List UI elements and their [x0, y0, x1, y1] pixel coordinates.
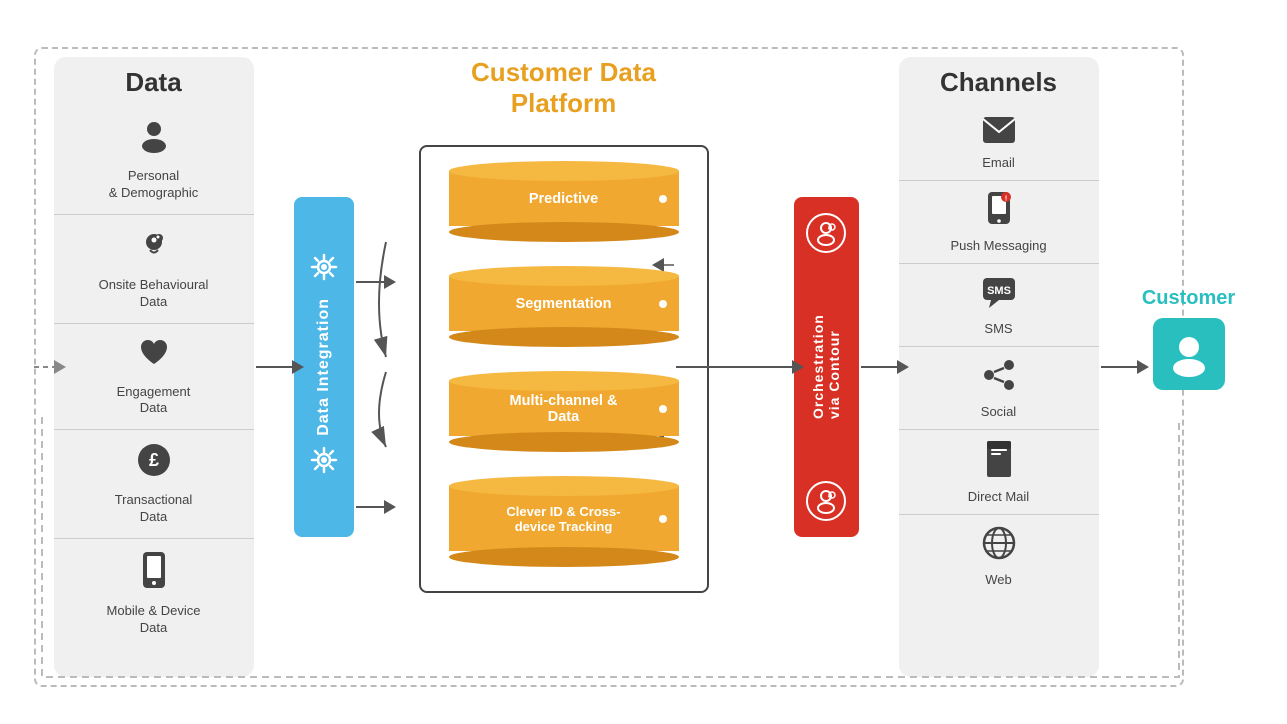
orchestration-label: Orchestrationvia Contour	[810, 253, 842, 481]
direct-mail-label: Direct Mail	[968, 489, 1029, 504]
person-icon	[136, 118, 172, 162]
channel-social: Social	[899, 347, 1099, 430]
mobile-icon	[140, 551, 168, 597]
cylinder-segmentation: Segmentation	[449, 266, 679, 357]
customer-title: Customer	[1142, 287, 1235, 310]
cyl-mc-bottom	[449, 432, 679, 452]
channel-sms: SMS SMS	[899, 264, 1099, 347]
svg-text:!: !	[1004, 196, 1006, 203]
data-item-personal: Personal& Demographic	[54, 106, 254, 215]
channel-items-list: Email ! Push Messaging	[899, 106, 1099, 597]
data-integration-label: Data Integration	[315, 298, 333, 436]
gear-top-icon	[308, 251, 340, 290]
cyl-ci-bottom	[449, 547, 679, 567]
channel-direct-mail: Direct Mail	[899, 430, 1099, 515]
cdp-section: Customer DataPlatform Predictive Segment…	[384, 57, 744, 677]
direct-mail-icon	[984, 440, 1014, 485]
pound-icon: £	[136, 442, 172, 486]
cdp-title: Customer DataPlatform	[471, 57, 656, 119]
orchestration-box: Orchestrationvia Contour	[794, 197, 859, 537]
channel-web: Web	[899, 515, 1099, 597]
data-items-list: Personal& Demographic Onsite Behavioural…	[54, 106, 254, 649]
customer-box: Customer	[1139, 287, 1239, 390]
push-label: Push Messaging	[950, 238, 1046, 253]
diagram-container: Data Personal& Demographic	[24, 17, 1264, 707]
cyl-ci-label: Clever ID & Cross-device Tracking	[449, 486, 679, 551]
web-label: Web	[985, 572, 1012, 587]
sms-label: SMS	[984, 321, 1012, 336]
data-section: Data Personal& Demographic	[54, 57, 254, 677]
brain-icon	[136, 227, 172, 271]
email-icon	[982, 116, 1016, 151]
channels-section: Channels Email	[899, 57, 1099, 677]
onsite-label: Onsite BehaviouralData	[99, 277, 209, 311]
cylinder-multichannel: Multi-channel &Data	[449, 371, 679, 462]
social-label: Social	[981, 404, 1016, 419]
cylinder-cleverid: Clever ID & Cross-device Tracking	[449, 476, 679, 577]
data-item-mobile: Mobile & DeviceData	[54, 539, 254, 649]
sms-icon: SMS	[981, 274, 1017, 317]
cylinder-predictive: Predictive	[449, 161, 679, 252]
svg-text:£: £	[148, 450, 158, 470]
customer-avatar	[1153, 318, 1225, 390]
cdp-box: Predictive Segmentation Multi-channel &D…	[419, 145, 709, 593]
channel-push-messaging: ! Push Messaging	[899, 181, 1099, 264]
channels-title: Channels	[940, 67, 1057, 98]
mobile-label: Mobile & DeviceData	[107, 603, 201, 637]
data-title: Data	[125, 67, 181, 98]
push-icon: !	[986, 191, 1012, 234]
data-integration-box: Data Integration	[294, 197, 354, 537]
web-icon	[981, 525, 1017, 568]
channel-email: Email	[899, 106, 1099, 181]
transactional-label: TransactionalData	[115, 492, 193, 526]
heart-icon	[137, 336, 171, 378]
person-top-icon	[806, 213, 846, 253]
social-icon	[981, 357, 1017, 400]
cyl-seg-bottom	[449, 327, 679, 347]
engagement-label: EngagementData	[117, 384, 191, 418]
email-label: Email	[982, 155, 1015, 170]
personal-label: Personal& Demographic	[109, 168, 199, 202]
data-item-transactional: £ TransactionalData	[54, 430, 254, 539]
gear-bottom-icon	[308, 444, 340, 483]
svg-text:SMS: SMS	[987, 285, 1011, 297]
data-item-onsite: Onsite BehaviouralData	[54, 215, 254, 324]
data-item-engagement: EngagementData	[54, 324, 254, 431]
cyl-predictive-bottom	[449, 222, 679, 242]
person-bottom-icon	[806, 481, 846, 521]
